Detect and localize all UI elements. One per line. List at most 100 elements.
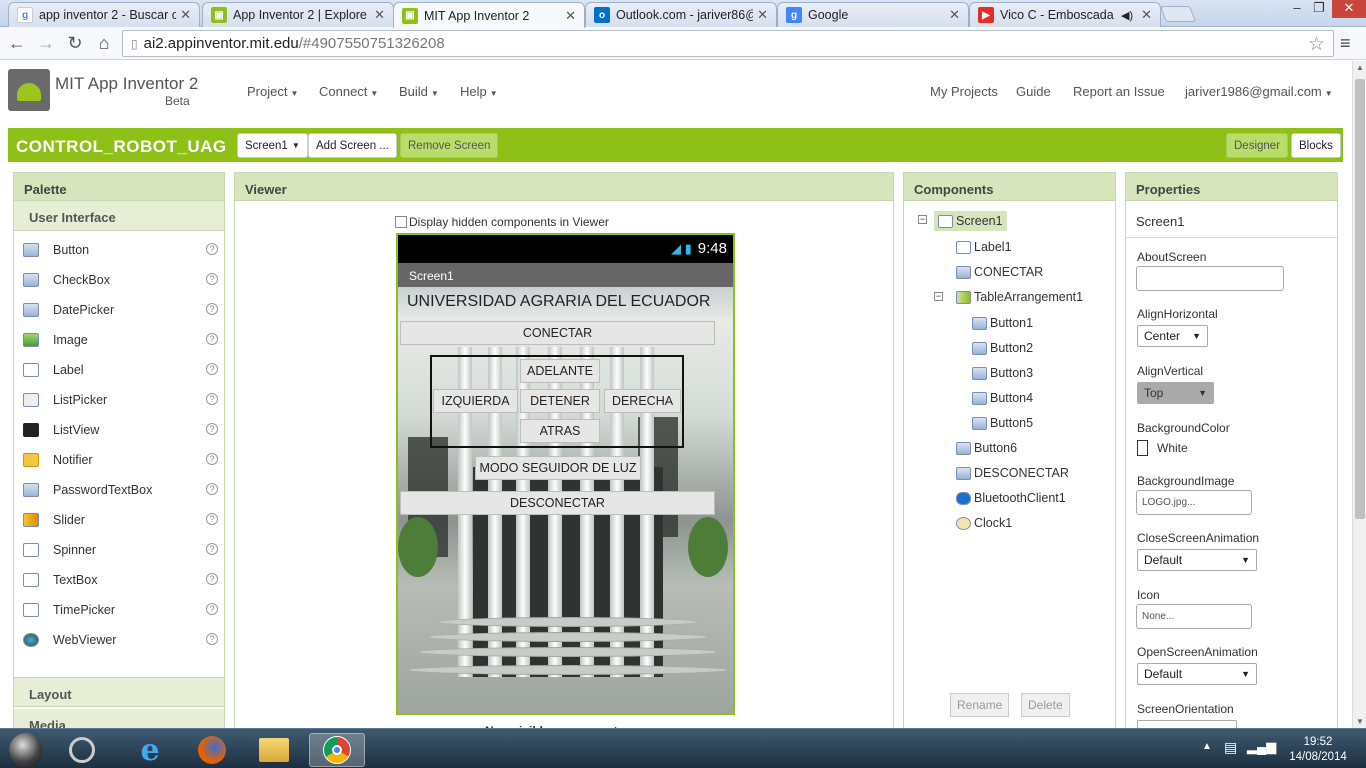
detener-button-preview[interactable]: DETENER	[520, 389, 600, 413]
tree-item-button5[interactable]: Button5	[972, 413, 1033, 433]
delete-button[interactable]: Delete	[1021, 693, 1070, 717]
alignhorizontal-select[interactable]: Center ▼	[1137, 325, 1208, 347]
palette-item-slider[interactable]: Slider?	[14, 505, 224, 535]
sync-icon[interactable]	[60, 733, 104, 767]
link-report-issue[interactable]: Report an Issue	[1073, 84, 1165, 99]
help-icon[interactable]: ?	[206, 573, 218, 585]
link-my-projects[interactable]: My Projects	[930, 84, 998, 99]
palette-item-checkbox[interactable]: CheckBox?	[14, 265, 224, 295]
menu-help[interactable]: Help ▼	[460, 84, 498, 99]
screen-select[interactable]: Screen1 ▼	[237, 133, 308, 158]
start-button[interactable]	[4, 733, 48, 767]
close-tab-icon[interactable]: ✕	[565, 8, 576, 24]
desconectar-button-preview[interactable]: DESCONECTAR	[400, 491, 715, 515]
close-tab-icon[interactable]: ✕	[757, 7, 768, 23]
palette-item-datepicker[interactable]: DatePicker?	[14, 295, 224, 325]
collapse-icon[interactable]: −	[934, 292, 943, 301]
help-icon[interactable]: ?	[206, 243, 218, 255]
tree-item-button1[interactable]: Button1	[972, 313, 1033, 333]
close-tab-icon[interactable]: ✕	[180, 7, 191, 23]
backgroundimage-field[interactable]: LOGO.jpg...	[1136, 490, 1252, 515]
internet-explorer-icon[interactable]: e	[128, 733, 172, 768]
remove-screen-button[interactable]: Remove Screen	[400, 133, 499, 158]
home-icon[interactable]: ⌂	[93, 33, 115, 55]
help-icon[interactable]: ?	[206, 273, 218, 285]
help-icon[interactable]: ?	[206, 303, 218, 315]
scroll-down-icon[interactable]: ▼	[1356, 717, 1364, 726]
display-hidden-toggle[interactable]: Display hidden components in Viewer	[395, 215, 609, 229]
menu-build[interactable]: Build ▼	[399, 84, 439, 99]
designer-button[interactable]: Designer	[1226, 133, 1289, 158]
help-icon[interactable]: ?	[206, 423, 218, 435]
icon-field[interactable]: None...	[1136, 604, 1252, 629]
label1-preview[interactable]: UNIVERSIDAD AGRARIA DEL ECUADOR	[407, 293, 710, 311]
rename-button[interactable]: Rename	[950, 693, 1010, 717]
help-icon[interactable]: ?	[206, 453, 218, 465]
palette-item-button[interactable]: Button?	[14, 235, 224, 265]
back-icon[interactable]: ←	[6, 33, 28, 55]
minimize-icon[interactable]: –	[1285, 0, 1309, 18]
tree-item-conectar[interactable]: CONECTAR	[956, 262, 1043, 282]
help-icon[interactable]: ?	[206, 603, 218, 615]
palette-section-user-interface[interactable]: User Interface	[14, 201, 224, 231]
derecha-button-preview[interactable]: DERECHA	[604, 389, 681, 413]
close-tab-icon[interactable]: ✕	[949, 7, 960, 23]
browser-tab-5[interactable]: g Google ✕	[777, 2, 969, 27]
tree-item-clock1[interactable]: Clock1	[956, 513, 1012, 533]
chrome-taskbar-icon[interactable]	[309, 733, 365, 767]
conectar-button-preview[interactable]: CONECTAR	[400, 321, 715, 345]
palette-item-listview[interactable]: ListView?	[14, 415, 224, 445]
help-icon[interactable]: ?	[206, 543, 218, 555]
browser-tab-6[interactable]: ▶ Vico C - Emboscada - \ ◀) ✕	[969, 2, 1161, 27]
tree-item-bluetoothclient1[interactable]: BluetoothClient1	[956, 488, 1066, 508]
page-scrollbar[interactable]: ▲ ▼	[1352, 61, 1366, 728]
close-window-icon[interactable]: ✕	[1332, 0, 1366, 18]
tree-item-label1[interactable]: Label1	[956, 237, 1012, 257]
network-icon[interactable]: ▤	[1224, 739, 1237, 756]
blocks-button[interactable]: Blocks	[1291, 133, 1341, 158]
izquierda-button-preview[interactable]: IZQUIERDA	[433, 389, 518, 413]
tree-item-button2[interactable]: Button2	[972, 338, 1033, 358]
palette-item-passwordtextbox[interactable]: PasswordTextBox?	[14, 475, 224, 505]
help-icon[interactable]: ?	[206, 633, 218, 645]
alignvertical-select[interactable]: Top ▼	[1137, 382, 1214, 404]
file-explorer-icon[interactable]	[252, 733, 296, 767]
firefox-icon[interactable]	[190, 733, 234, 767]
browser-tab-4[interactable]: o Outlook.com - jariver86@ ✕	[585, 2, 777, 27]
tree-item-screen1[interactable]: Screen1	[934, 211, 1007, 231]
new-tab-button[interactable]	[1160, 6, 1196, 22]
palette-item-notifier[interactable]: Notifier?	[14, 445, 224, 475]
browser-tab-2[interactable]: ▣ App Inventor 2 | Explore M ✕	[202, 2, 394, 27]
menu-project[interactable]: Project ▼	[247, 84, 298, 99]
tree-item-tablearrangement1[interactable]: TableArrangement1	[956, 287, 1083, 307]
add-screen-button[interactable]: Add Screen ...	[308, 133, 397, 158]
reload-icon[interactable]: ↻	[64, 33, 86, 55]
help-icon[interactable]: ?	[206, 393, 218, 405]
chrome-menu-icon[interactable]: ≡	[1340, 33, 1351, 54]
collapse-icon[interactable]: −	[918, 215, 927, 224]
tray-expand-icon[interactable]: ▲	[1202, 741, 1212, 752]
help-icon[interactable]: ?	[206, 363, 218, 375]
menu-connect[interactable]: Connect ▼	[319, 84, 378, 99]
close-tab-icon[interactable]: ✕	[1141, 7, 1152, 23]
address-bar[interactable]: ▯ ai2.appinventor.mit.edu/#4907550751326…	[122, 30, 1334, 57]
palette-item-image[interactable]: Image?	[14, 325, 224, 355]
forward-icon[interactable]: →	[35, 33, 57, 55]
link-guide[interactable]: Guide	[1016, 84, 1051, 99]
palette-item-label[interactable]: Label?	[14, 355, 224, 385]
display-hidden-checkbox[interactable]	[395, 216, 407, 228]
tree-item-desconectar[interactable]: DESCONECTAR	[956, 463, 1069, 483]
tree-item-button4[interactable]: Button4	[972, 388, 1033, 408]
bookmark-star-icon[interactable]: ☆	[1308, 33, 1325, 56]
palette-item-webviewer[interactable]: WebViewer?	[14, 625, 224, 655]
backgroundcolor-picker[interactable]: White	[1137, 440, 1188, 456]
closescreenanimation-select[interactable]: Default ▼	[1137, 549, 1257, 571]
screen-canvas[interactable]: UNIVERSIDAD AGRARIA DEL ECUADOR CONECTAR…	[398, 287, 733, 713]
restore-icon[interactable]: ❐	[1307, 0, 1331, 18]
system-clock[interactable]: 19:52 14/08/2014	[1282, 735, 1354, 765]
help-icon[interactable]: ?	[206, 333, 218, 345]
openscreenanimation-select[interactable]: Default ▼	[1137, 663, 1257, 685]
adelante-button-preview[interactable]: ADELANTE	[520, 359, 600, 383]
browser-tab-1[interactable]: g app inventor 2 - Buscar co ✕	[8, 2, 200, 27]
scroll-up-icon[interactable]: ▲	[1356, 63, 1364, 72]
